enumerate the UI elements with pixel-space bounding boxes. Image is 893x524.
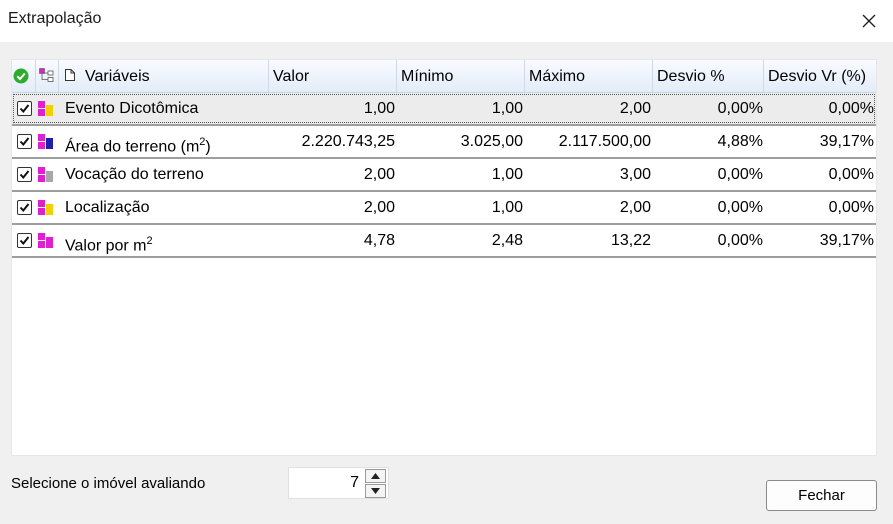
blue-variable-icon	[38, 134, 54, 150]
spinner-down-button[interactable]	[365, 484, 386, 498]
variable-name: Evento Dicotômica	[65, 93, 269, 124]
cell-valor: 2.220.743,25	[301, 133, 395, 150]
header-check-all[interactable]	[12, 60, 36, 92]
fechar-button[interactable]: Fechar	[766, 480, 877, 511]
header-maximo[interactable]: Máximo	[525, 60, 653, 92]
variable-name-text: Evento Dicotômica	[65, 100, 199, 117]
cell-desvio-pct: 0,00%	[717, 232, 763, 249]
select-imovel-label: Selecione o imóvel avaliando	[11, 475, 206, 492]
magenta-variable-icon	[38, 233, 54, 249]
cell-desvio-vr: 0,00%	[828, 166, 874, 183]
title-bar: Extrapolação	[0, 0, 893, 42]
cell-minimo: 3.025,00	[460, 133, 523, 150]
cell-desvio-pct: 4,88%	[717, 133, 763, 150]
variable-name-text: Vocação do terreno	[65, 166, 204, 183]
header-variaveis-label: Variáveis	[85, 68, 150, 85]
window-title: Extrapolação	[8, 10, 102, 27]
checkmark-icon	[19, 104, 30, 114]
cell-desvio-vr: 39,17%	[819, 133, 874, 150]
header-desvio-vr[interactable]: Desvio Vr (%)	[764, 60, 876, 92]
variables-grid[interactable]: Variáveis Valor Mínimo Máximo Desvio % D…	[11, 59, 877, 456]
close-icon	[862, 14, 876, 28]
yellow-variable-icon	[38, 200, 54, 216]
cell-desvio-pct: 0,00%	[717, 100, 763, 117]
cell-desvio-vr: 39,17%	[819, 232, 874, 249]
cell-valor: 1,00	[363, 100, 395, 117]
arrow-up-icon	[371, 473, 380, 479]
cell-maximo: 2,00	[619, 199, 651, 216]
variable-name: Valor por m2	[65, 225, 269, 256]
table-row[interactable]: Evento Dicotômica 1,00 1,00 2,00 0,00% 0…	[12, 93, 876, 126]
cell-minimo: 1,00	[491, 199, 523, 216]
variable-name: Localização	[65, 192, 269, 223]
table-row[interactable]: Localização 2,00 1,00 2,00 0,00% 0,00%	[12, 192, 876, 225]
cell-maximo: 3,00	[619, 166, 651, 183]
close-window-button[interactable]	[845, 0, 893, 42]
variable-name-superscript: 2	[146, 235, 153, 247]
cell-desvio-vr: 0,00%	[828, 100, 874, 117]
spinner-up-button[interactable]	[365, 469, 386, 483]
header-type-column[interactable]	[36, 60, 59, 92]
variable-name-text: Área do terreno (m	[65, 138, 200, 156]
yellow-variable-icon	[38, 101, 54, 117]
cell-valor: 2,00	[363, 199, 395, 216]
cell-valor: 2,00	[363, 166, 395, 183]
table-row[interactable]: Área do terreno (m2) 2.220.743,25 3.025,…	[12, 126, 876, 159]
table-row[interactable]: Vocação do terreno 2,00 1,00 3,00 0,00% …	[12, 159, 876, 192]
document-icon	[65, 69, 75, 81]
imovel-spinner-value[interactable]: 7	[289, 468, 361, 498]
variable-name: Área do terreno (m2)	[65, 126, 269, 157]
row-checkbox[interactable]	[17, 233, 32, 248]
header-valor[interactable]: Valor	[269, 60, 397, 92]
arrow-down-icon	[371, 488, 380, 494]
header-variaveis[interactable]: Variáveis	[59, 60, 269, 92]
cell-desvio-pct: 0,00%	[717, 166, 763, 183]
cell-maximo: 13,22	[610, 232, 651, 249]
cell-minimo: 1,00	[491, 100, 523, 117]
cell-maximo: 2.117.500,00	[558, 133, 651, 150]
variable-name: Vocação do terreno	[65, 159, 269, 190]
cell-valor: 4,78	[363, 232, 395, 249]
tree-structure-icon	[39, 68, 54, 82]
row-checkbox[interactable]	[17, 200, 32, 215]
cell-minimo: 2,48	[491, 232, 523, 249]
cell-minimo: 1,00	[491, 166, 523, 183]
grid-header: Variáveis Valor Mínimo Máximo Desvio % D…	[12, 60, 876, 93]
variable-name-suffix: )	[205, 138, 211, 156]
row-checkbox[interactable]	[17, 167, 32, 182]
checkmark-icon	[19, 203, 30, 213]
gray-variable-icon	[38, 167, 54, 183]
checkmark-icon	[19, 236, 30, 246]
cell-desvio-vr: 0,00%	[828, 199, 874, 216]
variable-name-text: Valor por m	[65, 237, 147, 255]
checkmark-icon	[19, 137, 30, 147]
row-checkbox[interactable]	[17, 101, 32, 116]
table-row[interactable]: Valor por m2 4,78 2,48 13,22 0,00% 39,17…	[12, 225, 876, 258]
checkmark-icon	[19, 170, 30, 180]
header-desvio-pct[interactable]: Desvio %	[653, 60, 764, 92]
cell-desvio-pct: 0,00%	[717, 199, 763, 216]
check-circle-icon	[13, 68, 29, 84]
header-minimo[interactable]: Mínimo	[397, 60, 525, 92]
imovel-spinner[interactable]: 7	[288, 467, 389, 499]
cell-maximo: 2,00	[619, 100, 651, 117]
row-checkbox[interactable]	[17, 134, 32, 149]
variable-name-text: Localização	[65, 199, 150, 216]
